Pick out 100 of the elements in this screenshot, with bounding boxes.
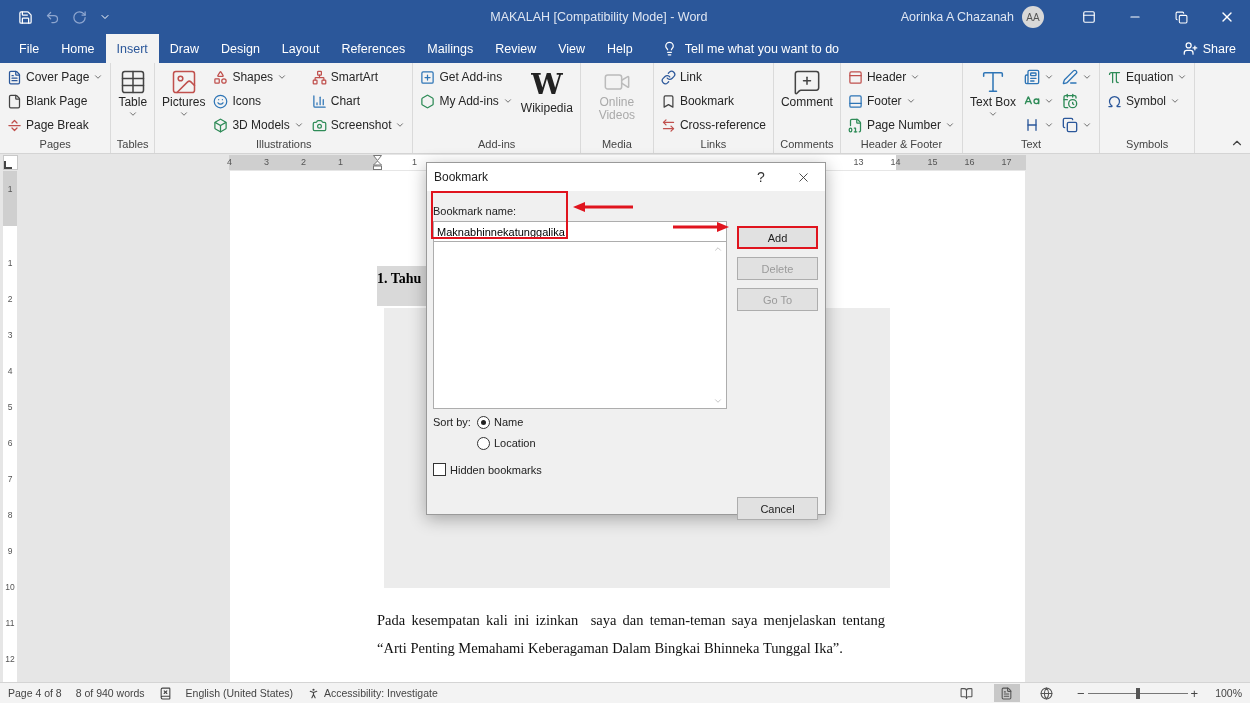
scroll-down-icon	[713, 396, 723, 406]
indent-marker-icon[interactable]	[373, 155, 382, 170]
ribbon-button[interactable]: Screenshot	[309, 114, 408, 136]
checkbox[interactable]	[433, 463, 446, 476]
ribbon-button[interactable]: Blank Page	[5, 90, 106, 112]
annotation-arrow	[673, 222, 729, 232]
ribbon-tab[interactable]: Home	[50, 34, 106, 63]
web-layout-icon	[1040, 686, 1054, 700]
ruler-number: 13	[852, 156, 865, 169]
tab-selector[interactable]	[3, 155, 18, 170]
ribbon-button[interactable]: SmartArt	[309, 66, 408, 88]
language-label[interactable]: English (United States)	[185, 687, 293, 699]
ruler-number: 3	[6, 329, 14, 342]
zoom-out-button[interactable]: −	[1073, 685, 1088, 701]
radio-label: Name	[494, 415, 524, 430]
ribbon-tab[interactable]: Design	[209, 34, 271, 63]
ribbon-button[interactable]: Page Number	[845, 114, 957, 136]
print-layout-icon	[1000, 686, 1014, 700]
blank-page-icon	[7, 93, 22, 109]
group-label: Symbols	[1125, 138, 1170, 152]
proofing-icon[interactable]	[158, 686, 172, 700]
ribbon-tab[interactable]: Insert	[105, 34, 159, 63]
page-number-icon	[847, 117, 863, 133]
ribbon-button[interactable]: Equation	[1105, 66, 1190, 88]
ribbon-button[interactable]: 3D Models	[211, 114, 306, 136]
zoom-level[interactable]: 100%	[1215, 687, 1242, 699]
ruler-number: 9	[6, 545, 14, 558]
hexagon-icon	[420, 93, 436, 109]
ribbon-button[interactable]: Link	[658, 66, 768, 88]
sort-label: Sort by:	[433, 415, 472, 430]
accessibility-icon	[307, 686, 320, 700]
read-mode-icon	[960, 686, 974, 700]
ribbon-button[interactable]: Bookmark	[658, 90, 768, 112]
ribbon-tab[interactable]: File	[8, 34, 51, 63]
zoom-in-button[interactable]: +	[1187, 685, 1202, 701]
group-label: Comments	[779, 138, 835, 152]
camera-icon	[311, 117, 327, 133]
bookmark-name-field[interactable]: Maknabhinnekatunggalika	[433, 221, 727, 241]
radio-label: Location	[494, 436, 536, 451]
ribbon-button[interactable]: Pictures	[160, 66, 208, 121]
redo-icon	[72, 9, 87, 25]
ribbon-button[interactable]: Footer	[845, 90, 957, 112]
ribbon-button[interactable]: Cover Page	[5, 66, 106, 88]
ribbon-button[interactable]: Table	[116, 66, 150, 121]
group-label: Header & Footer	[859, 138, 944, 152]
person-icon	[1182, 41, 1198, 56]
ribbon-button[interactable]: Comment	[778, 66, 835, 111]
ruler-number: 4	[6, 365, 14, 378]
wikipedia-logo: W	[531, 68, 563, 102]
ribbon-button[interactable]: Icons	[211, 90, 306, 112]
accessibility-label[interactable]: Accessibility: Investigate	[307, 686, 438, 700]
ribbon-tab[interactable]: Review	[484, 34, 548, 63]
ribbon-tab[interactable]: Draw	[158, 34, 210, 63]
ruler-number: 15	[926, 156, 939, 169]
group-label: Links	[699, 138, 728, 152]
radio-button[interactable]	[477, 436, 490, 450]
ruler-number: 6	[6, 437, 14, 450]
help-button[interactable]: ?	[741, 168, 781, 186]
view-button[interactable]	[993, 684, 1020, 702]
ribbon-button[interactable]: W Wikipedia	[518, 66, 575, 117]
ribbon-button[interactable]: Chart	[309, 90, 408, 112]
group-label: Tables	[116, 138, 150, 152]
ruler-number: 10	[4, 581, 16, 594]
pi-icon	[1107, 69, 1122, 85]
ribbon-button[interactable]: Shapes	[211, 66, 306, 88]
restore-icon	[1174, 10, 1188, 24]
ruler-number: 1	[6, 257, 14, 270]
cube-icon	[213, 117, 229, 133]
annotation-arrow	[573, 202, 633, 212]
share-button[interactable]: Share	[1176, 34, 1250, 63]
ribbon-tab[interactable]: References	[330, 34, 417, 63]
ribbon-button[interactable]: Page Break	[5, 114, 106, 136]
ribbon-button[interactable]: Header	[845, 66, 957, 88]
ruler-number: 3	[263, 156, 270, 169]
sort-radio[interactable]: Name	[477, 414, 536, 430]
ribbon-tab[interactable]: Layout	[270, 34, 331, 63]
ribbon-button[interactable]: My Add-ins	[418, 90, 515, 112]
ribbon-button[interactable]: Cross-reference	[658, 114, 768, 136]
hidden-bookmarks-checkbox[interactable]: Hidden bookmarks	[433, 463, 727, 476]
ribbon-button[interactable]: Get Add-ins	[418, 66, 515, 88]
ribbon-tab[interactable]: Mailings	[416, 34, 485, 63]
undo-icon	[45, 9, 60, 25]
ribbon-tab[interactable]: View	[547, 34, 597, 63]
sort-radio[interactable]: Location	[477, 435, 536, 451]
shapes-icon	[213, 69, 229, 85]
user-avatar[interactable]: AA	[1022, 6, 1044, 28]
field-label: Bookmark name:	[433, 204, 517, 218]
zoom-thumb[interactable]	[1135, 687, 1140, 699]
ruler-number: 7	[6, 473, 14, 486]
ruler-number: 16	[963, 156, 976, 169]
tell-me-field[interactable]: Tell me what you want to do	[655, 34, 846, 63]
cancel-button[interactable]: Cancel	[737, 497, 818, 520]
ribbon-tab[interactable]: Help	[596, 34, 644, 63]
ribbon-button[interactable]: Symbol	[1105, 90, 1190, 112]
save-icon	[18, 9, 33, 25]
word-count[interactable]: 8 of 940 words	[75, 687, 145, 699]
page-count[interactable]: Page 4 of 8	[8, 687, 62, 699]
ribbon-button[interactable]: Text Box	[967, 66, 1018, 121]
radio-button[interactable]	[477, 415, 490, 429]
dialog-button[interactable]: Add	[737, 226, 818, 249]
